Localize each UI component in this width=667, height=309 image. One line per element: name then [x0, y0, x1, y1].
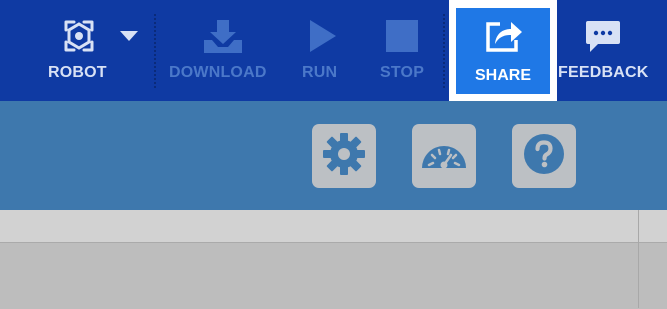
workspace-divider — [638, 210, 639, 308]
top-toolbar: ROBOT DOWNLOAD RUN STOP SHARE FEEDBACK — [0, 0, 667, 103]
stop-icon — [386, 20, 418, 57]
feedback-label: FEEDBACK — [558, 64, 649, 81]
robot-icon — [60, 18, 98, 59]
gear-icon — [321, 131, 367, 182]
speech-bubble-icon — [585, 20, 621, 59]
download-button[interactable]: DOWNLOAD — [166, 0, 280, 101]
workspace-header-strip — [0, 210, 667, 242]
toolbar-separator — [154, 14, 156, 88]
help-button[interactable] — [512, 124, 576, 188]
gauge-icon — [419, 134, 469, 179]
toolbar-separator — [443, 14, 445, 88]
download-label: DOWNLOAD — [169, 64, 267, 81]
run-button[interactable]: RUN — [296, 0, 348, 101]
workspace-area[interactable] — [0, 242, 667, 309]
robot-button[interactable]: ROBOT — [40, 0, 118, 101]
share-button-frame: SHARE — [449, 0, 557, 103]
stop-button[interactable]: STOP — [374, 0, 432, 101]
share-label: SHARE — [474, 67, 531, 84]
caret-down-icon[interactable] — [119, 29, 139, 47]
run-label: RUN — [302, 64, 338, 81]
gauge-button[interactable] — [412, 124, 476, 188]
play-icon — [308, 19, 338, 58]
share-button[interactable]: SHARE — [456, 8, 550, 94]
robot-label: ROBOT — [48, 64, 107, 81]
download-icon — [202, 18, 244, 59]
stop-label: STOP — [380, 64, 425, 81]
share-icon — [484, 18, 524, 59]
question-mark-icon — [523, 133, 565, 180]
feedback-button[interactable]: FEEDBACK — [558, 0, 652, 101]
settings-button[interactable] — [312, 124, 376, 188]
